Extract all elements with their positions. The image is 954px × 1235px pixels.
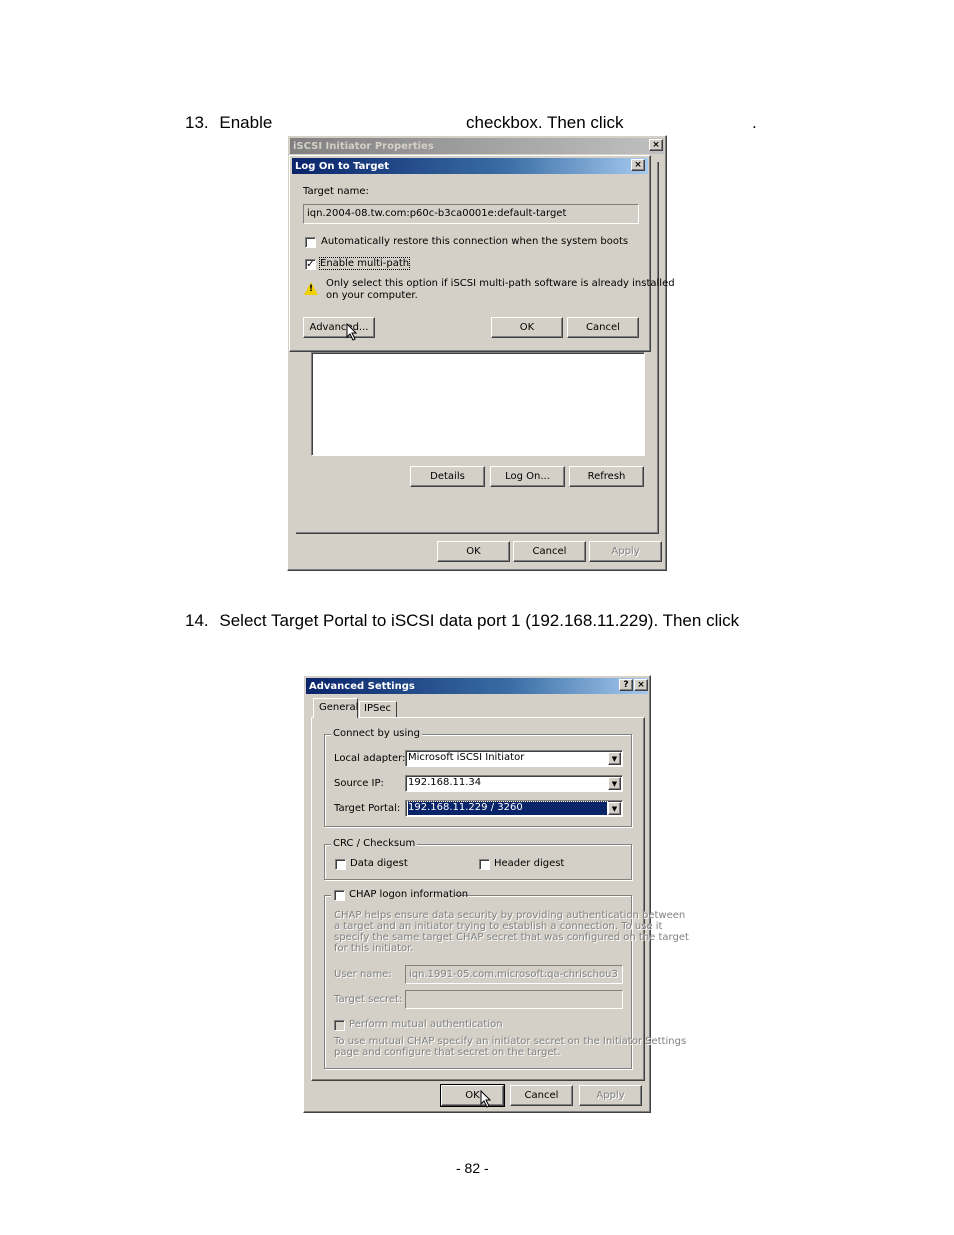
chevron-down-icon[interactable]: ▼	[608, 777, 621, 790]
chap-description-line3: specify the same target CHAP secret that…	[334, 932, 689, 943]
data-digest-label: Data digest	[350, 858, 408, 869]
chap-group-title: CHAP logon information	[349, 889, 469, 900]
logon-ok-button[interactable]: OK	[491, 317, 563, 338]
source-ip-dropdown[interactable]: 192.168.11.34 ▼	[405, 775, 623, 792]
step-13-number: 13.	[185, 113, 209, 132]
data-digest-checkbox[interactable]	[335, 859, 346, 870]
advanced-ok-button[interactable]: OK	[440, 1084, 505, 1107]
iscsi-window-title: iSCSI Initiator Properties	[293, 140, 434, 152]
step-13-text: 13. Enable	[185, 113, 272, 133]
mouse-pointer-icon	[480, 1090, 492, 1108]
iscsi-window-close-button[interactable]: ×	[649, 139, 663, 151]
local-adapter-dropdown[interactable]: Microsoft iSCSI Initiator ▼	[405, 750, 623, 767]
chap-description-line2: a target and an initiator trying to esta…	[334, 921, 663, 932]
advanced-dialog-close-button[interactable]: ×	[634, 679, 648, 691]
auto-restore-label: Automatically restore this connection wh…	[321, 236, 629, 247]
iscsi-window-titlebar: iSCSI Initiator Properties	[290, 138, 664, 154]
mutual-auth-checkbox[interactable]	[334, 1020, 345, 1031]
iscsi-cancel-button[interactable]: Cancel	[513, 541, 586, 562]
user-name-label: User name:	[334, 969, 392, 980]
help-icon: ?	[623, 680, 629, 690]
mutual-note-line2: page and configure that secret on the ta…	[334, 1047, 561, 1058]
log-on-button[interactable]: Log On...	[490, 466, 565, 487]
refresh-button[interactable]: Refresh	[569, 466, 644, 487]
advanced-dialog-titlebar: Advanced Settings	[306, 678, 648, 694]
advanced-cancel-button[interactable]: Cancel	[510, 1085, 573, 1106]
chap-description-line4: for this initiator.	[334, 943, 414, 954]
enable-multipath-checkbox[interactable]: ✓	[305, 259, 316, 270]
step-14-text: 14. Select Target Portal to iSCSI data p…	[185, 611, 739, 631]
close-icon: ×	[652, 140, 660, 150]
iscsi-ok-button[interactable]: OK	[437, 541, 510, 562]
user-name-field[interactable]: iqn.1991-05.com.microsoft:qa-chrischou3	[405, 965, 623, 984]
connect-group-title: Connect by using	[331, 728, 422, 739]
target-name-value: iqn.2004-08.tw.com:p60c-b3ca0001e:defaul…	[307, 208, 567, 219]
step-14-body: Select Target Portal to iSCSI data port …	[219, 611, 740, 630]
close-icon: ×	[637, 680, 645, 690]
step-13-before: Enable	[219, 113, 273, 132]
help-button[interactable]: ?	[619, 679, 633, 691]
mutual-auth-label: Perform mutual authentication	[349, 1019, 503, 1030]
warning-text-line1: Only select this option if iSCSI multi-p…	[326, 278, 675, 289]
target-name-field[interactable]: iqn.2004-08.tw.com:p60c-b3ca0001e:defaul…	[303, 204, 639, 224]
logon-dialog-title: Log On to Target	[295, 160, 390, 172]
log-on-to-target-dialog: Log On to Target × Target name: iqn.2004…	[289, 155, 675, 352]
page-number: - 82 -	[456, 1160, 489, 1176]
chevron-down-icon[interactable]: ▼	[608, 802, 621, 815]
logon-cancel-button[interactable]: Cancel	[567, 317, 639, 338]
iscsi-apply-button[interactable]: Apply	[589, 541, 662, 562]
auto-restore-checkbox[interactable]	[305, 237, 316, 248]
step-14-number: 14.	[185, 611, 209, 630]
advanced-settings-dialog: Advanced Settings ? × General IPSec Conn…	[303, 675, 689, 1113]
target-portal-label: Target Portal:	[334, 803, 401, 814]
close-icon: ×	[634, 160, 642, 170]
check-icon: ✓	[306, 259, 315, 270]
details-button[interactable]: Details	[410, 466, 485, 487]
targets-list[interactable]	[311, 352, 645, 456]
tab-general[interactable]: General	[313, 698, 358, 718]
logon-dialog-close-button[interactable]: ×	[631, 159, 645, 171]
source-ip-label: Source IP:	[334, 778, 384, 789]
crc-group-title: CRC / Checksum	[331, 838, 418, 849]
advanced-apply-button[interactable]: Apply	[579, 1085, 642, 1106]
target-name-label: Target name:	[303, 186, 369, 197]
warning-text-line2: on your computer.	[326, 290, 418, 301]
chevron-down-icon[interactable]: ▼	[608, 752, 621, 765]
logon-dialog-titlebar: Log On to Target	[292, 158, 648, 174]
tab-ipsec[interactable]: IPSec	[359, 701, 397, 717]
local-adapter-label: Local adapter:	[334, 753, 406, 764]
mouse-pointer-icon	[346, 323, 358, 341]
step-13-middle: checkbox. Then click	[466, 113, 624, 132]
chap-logon-checkbox[interactable]	[334, 890, 345, 901]
header-digest-label: Header digest	[494, 858, 565, 869]
advanced-dialog-title: Advanced Settings	[309, 680, 415, 692]
mutual-note-line1: To use mutual CHAP specify an initiator …	[334, 1036, 687, 1047]
enable-multipath-label: Enable multi-path	[318, 257, 411, 270]
chap-description-line1: CHAP helps ensure data security by provi…	[334, 910, 686, 921]
target-secret-label: Target secret:	[334, 994, 403, 1005]
header-digest-checkbox[interactable]	[479, 859, 490, 870]
target-portal-dropdown[interactable]: 192.168.11.229 / 3260 ▼	[405, 800, 623, 817]
advanced-button[interactable]: Advanced...	[303, 317, 375, 338]
target-secret-field[interactable]	[405, 990, 623, 1009]
step-13-after: .	[752, 113, 757, 132]
